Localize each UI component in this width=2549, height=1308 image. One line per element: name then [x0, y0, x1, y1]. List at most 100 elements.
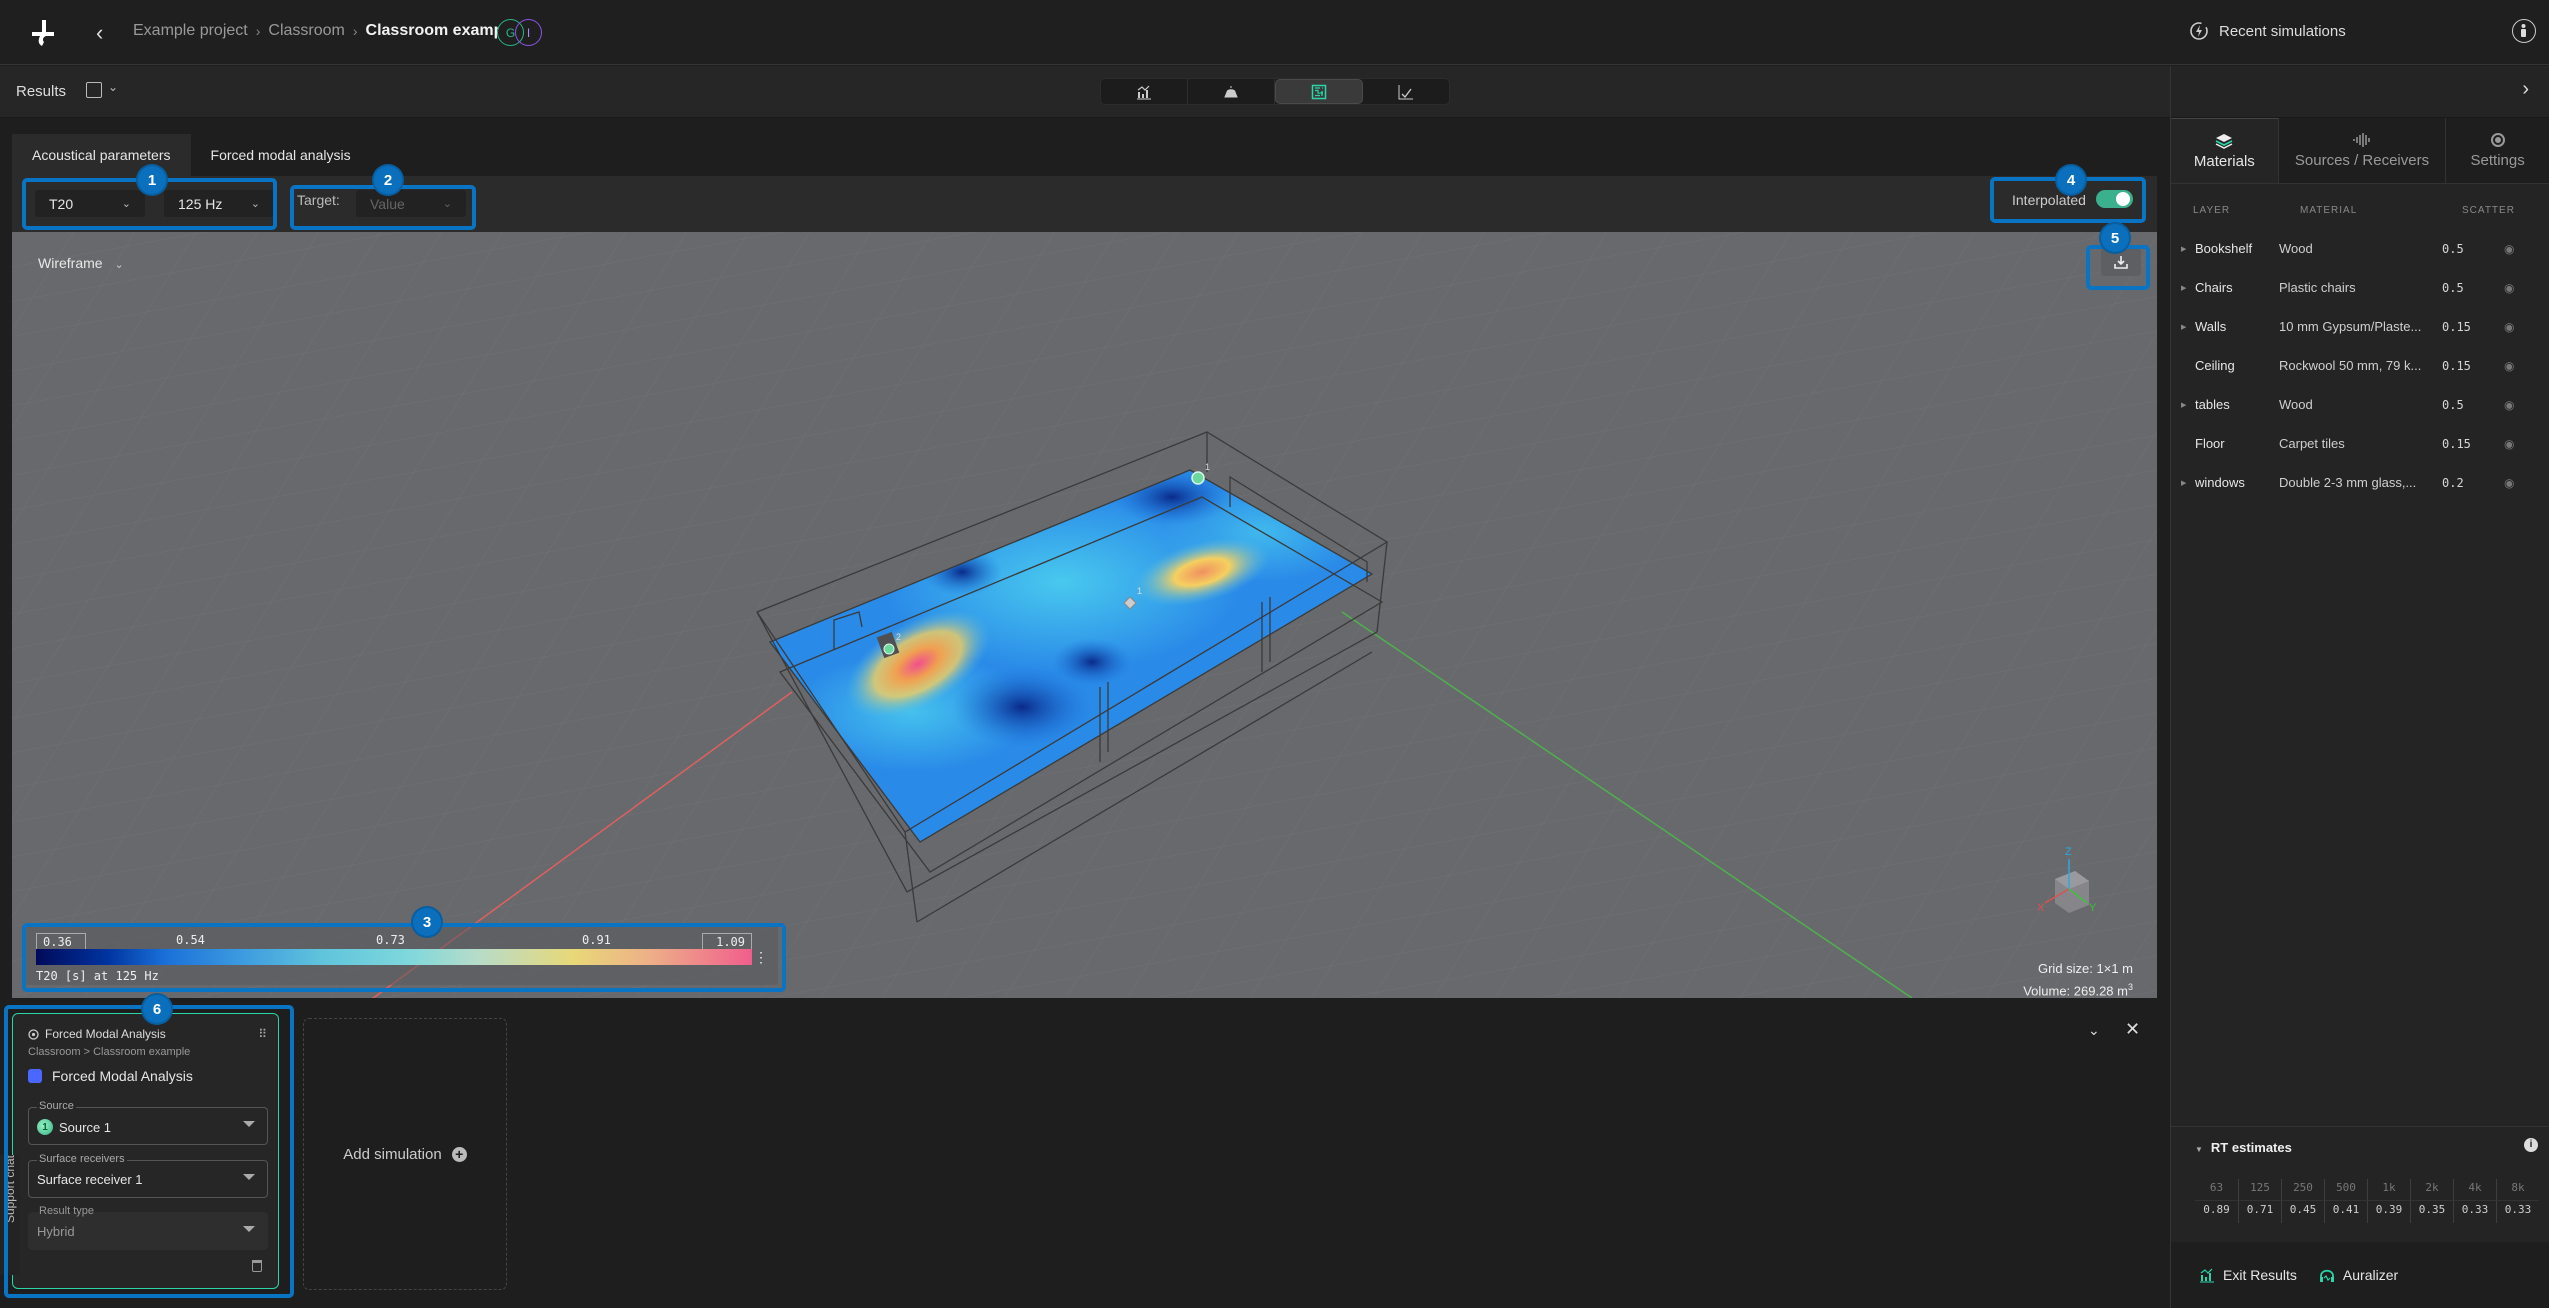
breadcrumb-separator: ›	[352, 23, 358, 39]
3d-viewport[interactable]: 1 2 1 Z X Y Wireframe ⌄ 0.36 0.54 0.73 0…	[12, 232, 2157, 998]
expand-caret-icon[interactable]: ▶	[2181, 401, 2186, 409]
material-scatter[interactable]: 0.2	[2442, 476, 2504, 490]
interpolated-label: Interpolated	[2012, 192, 2086, 208]
surface-receivers-select[interactable]: Surface receivers Surface receiver 1	[28, 1153, 268, 1198]
view-mode-select[interactable]: Wireframe ⌄	[38, 255, 124, 271]
target-value-select[interactable]: Value ⌄	[356, 190, 466, 217]
frequency-select[interactable]: 125 Hz ⌄	[164, 190, 274, 217]
material-scatter[interactable]: 0.15	[2442, 320, 2504, 334]
view-mode-heatmap-button[interactable]	[1275, 79, 1363, 104]
materials-list: ▶ Bookshelf Wood 0.5 ◉ ▶ Chairs Plastic chairs 0…	[2171, 229, 2549, 502]
card-title: Forced Modal Analysis	[28, 1027, 166, 1041]
support-chat-tab[interactable]: Support chat	[0, 1155, 20, 1275]
back-button[interactable]: ‹	[96, 20, 103, 46]
rt-band-value: 0.71	[2238, 1201, 2281, 1223]
download-button[interactable]	[2101, 248, 2141, 276]
material-scatter[interactable]: 0.15	[2442, 437, 2504, 451]
materials-header: LAYER MATERIAL SCATTER	[2171, 184, 2549, 229]
collapse-panel-icon[interactable]: ⌄	[2088, 1022, 2100, 1039]
simulation-card[interactable]: Forced Modal Analysis ⠿ Classroom > Clas…	[12, 1013, 279, 1289]
tab-forced-modal-analysis[interactable]: Forced modal analysis	[191, 134, 371, 176]
material-scatter[interactable]: 0.15	[2442, 359, 2504, 373]
material-layer: windows	[2195, 475, 2245, 490]
eye-icon[interactable]: ◉	[2504, 359, 2524, 373]
breadcrumb-model[interactable]: Classroom	[268, 22, 344, 40]
expand-caret-icon[interactable]: ▶	[2181, 245, 2186, 253]
sound-wave-icon	[2353, 133, 2370, 147]
eye-icon[interactable]: ◉	[2504, 437, 2524, 451]
more-options-icon[interactable]: ⋮	[754, 949, 768, 966]
source-select[interactable]: Source 1 Source 1	[28, 1100, 268, 1145]
simulation-color-swatch[interactable]	[28, 1069, 42, 1083]
material-row[interactable]: ▶ windows Double 2-3 mm glass,... 0.2 ◉	[2171, 463, 2549, 502]
material-name[interactable]: Carpet tiles	[2279, 436, 2442, 451]
close-panel-icon[interactable]: ✕	[2125, 1019, 2140, 1040]
results-label: Results	[16, 83, 67, 100]
eye-icon[interactable]: ◉	[2504, 242, 2524, 256]
material-name[interactable]: Rockwool 50 mm, 79 k...	[2279, 358, 2442, 373]
add-simulation-button[interactable]: Add simulation +	[303, 1018, 507, 1290]
tab-settings[interactable]: Settings	[2446, 118, 2549, 183]
tab-sources-receivers[interactable]: Sources / Receivers	[2279, 118, 2447, 183]
info-icon[interactable]: i	[2524, 1138, 2538, 1152]
right-panel-tabs: Materials Sources / Receivers Settings	[2171, 118, 2549, 184]
material-row[interactable]: ▶ Bookshelf Wood 0.5 ◉	[2171, 229, 2549, 268]
material-name[interactable]: 10 mm Gypsum/Plaste...	[2279, 319, 2442, 334]
view-mode-results-button[interactable]	[1101, 79, 1188, 104]
expand-caret-icon[interactable]: ▶	[2181, 479, 2186, 487]
recent-simulations-button[interactable]: Recent simulations	[2189, 21, 2346, 41]
material-scatter[interactable]: 0.5	[2442, 281, 2504, 295]
material-row[interactable]: ▶ Chairs Plastic chairs 0.5 ◉	[2171, 268, 2549, 307]
breadcrumb-project[interactable]: Example project	[133, 22, 248, 40]
avatar[interactable]: I	[515, 19, 542, 46]
eye-icon[interactable]: ◉	[2504, 320, 2524, 334]
delete-icon[interactable]	[252, 1260, 262, 1272]
chevron-down-icon: ⌄	[121, 198, 131, 210]
accessibility-icon[interactable]	[2512, 19, 2536, 43]
expand-caret-icon[interactable]: ▶	[2181, 323, 2186, 331]
material-layer: Ceiling	[2195, 358, 2235, 373]
rt-estimates-title[interactable]: ▼ RT estimates	[2195, 1140, 2292, 1155]
material-name[interactable]: Plastic chairs	[2279, 280, 2442, 295]
expand-caret-icon[interactable]: ▶	[2181, 284, 2186, 292]
collapse-right-panel-icon[interactable]: ›	[2522, 78, 2529, 101]
rt-band-value: 0.33	[2496, 1201, 2539, 1223]
lightning-refresh-icon	[2190, 22, 2208, 40]
eye-icon[interactable]: ◉	[2504, 476, 2524, 490]
material-name[interactable]: Wood	[2279, 241, 2442, 256]
right-panel-header: ›	[2171, 66, 2549, 118]
result-type-select[interactable]: Result type Hybrid	[28, 1205, 268, 1250]
results-view-icon[interactable]	[86, 82, 102, 98]
grid-info: Grid size: 1×1 m Volume: 269.28 m3	[2023, 960, 2133, 998]
breadcrumb: Example project › Classroom › Classroom …	[133, 22, 517, 40]
axis-label-x: X	[2037, 902, 2045, 914]
interpolated-toggle[interactable]	[2096, 190, 2133, 208]
material-row[interactable]: ▶ Walls 10 mm Gypsum/Plaste... 0.15 ◉	[2171, 307, 2549, 346]
material-layer: Chairs	[2195, 280, 2233, 295]
chevron-down-icon[interactable]: ⌄	[108, 80, 118, 94]
material-scatter[interactable]: 0.5	[2442, 398, 2504, 412]
material-row[interactable]: ▶ tables Wood 0.5 ◉	[2171, 385, 2549, 424]
parameter-select[interactable]: T20 ⌄	[35, 190, 145, 217]
rt-estimates-table: 63 125 250 500 1k 2k 4k 8k 0.89 0.71 0.45 0.41 0.39 0…	[2195, 1179, 2539, 1223]
exit-results-button[interactable]: Exit Results	[2199, 1267, 2297, 1283]
app-logo-icon[interactable]	[28, 18, 58, 48]
auralizer-button[interactable]: Auralizer	[2319, 1267, 2398, 1283]
material-name[interactable]: Wood	[2279, 397, 2442, 412]
view-mode-graph-button[interactable]	[1363, 79, 1449, 104]
material-row[interactable]: Ceiling Rockwool 50 mm, 79 k... 0.15 ◉	[2171, 346, 2549, 385]
breadcrumb-separator: ›	[255, 23, 261, 39]
view-mode-source-button[interactable]	[1188, 79, 1275, 104]
svg-text:2: 2	[896, 632, 901, 642]
eye-icon[interactable]: ◉	[2504, 398, 2524, 412]
column-scatter: SCATTER	[2462, 205, 2515, 216]
drag-handle-icon[interactable]: ⠿	[258, 1027, 267, 1041]
eye-icon[interactable]: ◉	[2504, 281, 2524, 295]
tab-acoustical-parameters[interactable]: Acoustical parameters	[12, 134, 191, 176]
column-layer: LAYER	[2193, 205, 2231, 216]
material-layer: Walls	[2195, 319, 2227, 334]
material-row[interactable]: Floor Carpet tiles 0.15 ◉	[2171, 424, 2549, 463]
material-name[interactable]: Double 2-3 mm glass,...	[2279, 475, 2442, 490]
tab-materials[interactable]: Materials	[2171, 118, 2279, 183]
material-scatter[interactable]: 0.5	[2442, 242, 2504, 256]
